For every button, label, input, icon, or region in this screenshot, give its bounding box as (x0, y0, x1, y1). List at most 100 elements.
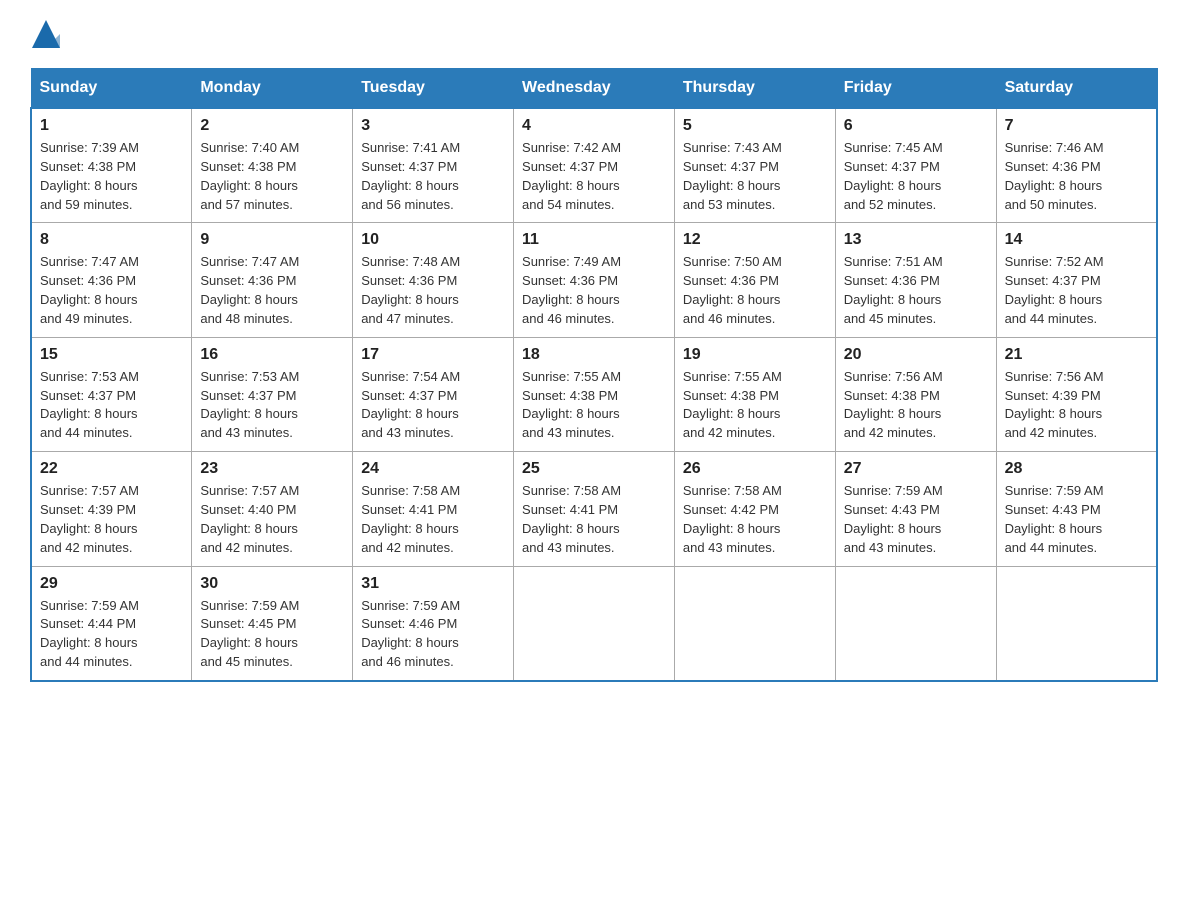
header-sunday: Sunday (31, 69, 192, 109)
calendar-cell: 6 Sunrise: 7:45 AMSunset: 4:37 PMDayligh… (835, 108, 996, 223)
calendar-cell: 11 Sunrise: 7:49 AMSunset: 4:36 PMDaylig… (514, 223, 675, 337)
calendar-cell: 27 Sunrise: 7:59 AMSunset: 4:43 PMDaylig… (835, 452, 996, 566)
calendar-cell: 22 Sunrise: 7:57 AMSunset: 4:39 PMDaylig… (31, 452, 192, 566)
day-info: Sunrise: 7:53 AMSunset: 4:37 PMDaylight:… (200, 369, 299, 441)
calendar-cell: 24 Sunrise: 7:58 AMSunset: 4:41 PMDaylig… (353, 452, 514, 566)
day-number: 20 (844, 346, 988, 364)
day-number: 3 (361, 117, 505, 135)
calendar-cell: 26 Sunrise: 7:58 AMSunset: 4:42 PMDaylig… (674, 452, 835, 566)
day-info: Sunrise: 7:59 AMSunset: 4:45 PMDaylight:… (200, 598, 299, 670)
day-info: Sunrise: 7:55 AMSunset: 4:38 PMDaylight:… (522, 369, 621, 441)
header-friday: Friday (835, 69, 996, 109)
day-number: 29 (40, 575, 183, 593)
day-info: Sunrise: 7:42 AMSunset: 4:37 PMDaylight:… (522, 140, 621, 212)
day-number: 31 (361, 575, 505, 593)
day-info: Sunrise: 7:47 AMSunset: 4:36 PMDaylight:… (40, 254, 139, 326)
header-saturday: Saturday (996, 69, 1157, 109)
calendar-cell: 20 Sunrise: 7:56 AMSunset: 4:38 PMDaylig… (835, 337, 996, 451)
calendar-cell: 4 Sunrise: 7:42 AMSunset: 4:37 PMDayligh… (514, 108, 675, 223)
day-info: Sunrise: 7:58 AMSunset: 4:42 PMDaylight:… (683, 483, 782, 555)
calendar-cell: 18 Sunrise: 7:55 AMSunset: 4:38 PMDaylig… (514, 337, 675, 451)
logo (30, 20, 60, 48)
calendar-cell: 21 Sunrise: 7:56 AMSunset: 4:39 PMDaylig… (996, 337, 1157, 451)
day-info: Sunrise: 7:57 AMSunset: 4:39 PMDaylight:… (40, 483, 139, 555)
calendar-cell (514, 566, 675, 681)
day-number: 27 (844, 460, 988, 478)
day-number: 21 (1005, 346, 1148, 364)
calendar-cell: 2 Sunrise: 7:40 AMSunset: 4:38 PMDayligh… (192, 108, 353, 223)
calendar-cell: 17 Sunrise: 7:54 AMSunset: 4:37 PMDaylig… (353, 337, 514, 451)
calendar-week-row: 15 Sunrise: 7:53 AMSunset: 4:37 PMDaylig… (31, 337, 1157, 451)
day-number: 16 (200, 346, 344, 364)
day-number: 17 (361, 346, 505, 364)
calendar-cell: 3 Sunrise: 7:41 AMSunset: 4:37 PMDayligh… (353, 108, 514, 223)
day-number: 6 (844, 117, 988, 135)
day-info: Sunrise: 7:59 AMSunset: 4:43 PMDaylight:… (1005, 483, 1104, 555)
day-info: Sunrise: 7:43 AMSunset: 4:37 PMDaylight:… (683, 140, 782, 212)
day-info: Sunrise: 7:52 AMSunset: 4:37 PMDaylight:… (1005, 254, 1104, 326)
day-number: 10 (361, 231, 505, 249)
day-info: Sunrise: 7:50 AMSunset: 4:36 PMDaylight:… (683, 254, 782, 326)
calendar-cell: 25 Sunrise: 7:58 AMSunset: 4:41 PMDaylig… (514, 452, 675, 566)
calendar-cell (996, 566, 1157, 681)
calendar-week-row: 1 Sunrise: 7:39 AMSunset: 4:38 PMDayligh… (31, 108, 1157, 223)
day-number: 28 (1005, 460, 1148, 478)
day-number: 9 (200, 231, 344, 249)
calendar-cell: 29 Sunrise: 7:59 AMSunset: 4:44 PMDaylig… (31, 566, 192, 681)
day-info: Sunrise: 7:53 AMSunset: 4:37 PMDaylight:… (40, 369, 139, 441)
day-info: Sunrise: 7:56 AMSunset: 4:39 PMDaylight:… (1005, 369, 1104, 441)
calendar-week-row: 29 Sunrise: 7:59 AMSunset: 4:44 PMDaylig… (31, 566, 1157, 681)
day-number: 30 (200, 575, 344, 593)
day-number: 25 (522, 460, 666, 478)
day-number: 15 (40, 346, 183, 364)
day-number: 26 (683, 460, 827, 478)
calendar-cell: 19 Sunrise: 7:55 AMSunset: 4:38 PMDaylig… (674, 337, 835, 451)
day-number: 1 (40, 117, 183, 135)
day-number: 13 (844, 231, 988, 249)
day-info: Sunrise: 7:54 AMSunset: 4:37 PMDaylight:… (361, 369, 460, 441)
day-number: 19 (683, 346, 827, 364)
day-number: 11 (522, 231, 666, 249)
calendar-cell: 7 Sunrise: 7:46 AMSunset: 4:36 PMDayligh… (996, 108, 1157, 223)
day-info: Sunrise: 7:59 AMSunset: 4:43 PMDaylight:… (844, 483, 943, 555)
calendar-cell: 23 Sunrise: 7:57 AMSunset: 4:40 PMDaylig… (192, 452, 353, 566)
calendar-cell: 16 Sunrise: 7:53 AMSunset: 4:37 PMDaylig… (192, 337, 353, 451)
day-info: Sunrise: 7:41 AMSunset: 4:37 PMDaylight:… (361, 140, 460, 212)
calendar-header-row: SundayMondayTuesdayWednesdayThursdayFrid… (31, 69, 1157, 109)
header-monday: Monday (192, 69, 353, 109)
logo-icon (32, 20, 60, 48)
header-thursday: Thursday (674, 69, 835, 109)
day-number: 8 (40, 231, 183, 249)
day-info: Sunrise: 7:57 AMSunset: 4:40 PMDaylight:… (200, 483, 299, 555)
calendar-cell: 10 Sunrise: 7:48 AMSunset: 4:36 PMDaylig… (353, 223, 514, 337)
calendar-cell: 13 Sunrise: 7:51 AMSunset: 4:36 PMDaylig… (835, 223, 996, 337)
day-info: Sunrise: 7:46 AMSunset: 4:36 PMDaylight:… (1005, 140, 1104, 212)
day-info: Sunrise: 7:48 AMSunset: 4:36 PMDaylight:… (361, 254, 460, 326)
day-number: 18 (522, 346, 666, 364)
day-number: 24 (361, 460, 505, 478)
day-info: Sunrise: 7:58 AMSunset: 4:41 PMDaylight:… (361, 483, 460, 555)
day-number: 5 (683, 117, 827, 135)
day-number: 7 (1005, 117, 1148, 135)
calendar-cell: 1 Sunrise: 7:39 AMSunset: 4:38 PMDayligh… (31, 108, 192, 223)
calendar-cell: 15 Sunrise: 7:53 AMSunset: 4:37 PMDaylig… (31, 337, 192, 451)
day-info: Sunrise: 7:59 AMSunset: 4:46 PMDaylight:… (361, 598, 460, 670)
calendar-cell: 31 Sunrise: 7:59 AMSunset: 4:46 PMDaylig… (353, 566, 514, 681)
day-info: Sunrise: 7:56 AMSunset: 4:38 PMDaylight:… (844, 369, 943, 441)
day-number: 2 (200, 117, 344, 135)
day-number: 23 (200, 460, 344, 478)
day-number: 12 (683, 231, 827, 249)
page-header (30, 20, 1158, 48)
header-wednesday: Wednesday (514, 69, 675, 109)
calendar-cell (674, 566, 835, 681)
calendar-week-row: 22 Sunrise: 7:57 AMSunset: 4:39 PMDaylig… (31, 452, 1157, 566)
calendar-cell (835, 566, 996, 681)
day-info: Sunrise: 7:45 AMSunset: 4:37 PMDaylight:… (844, 140, 943, 212)
calendar-cell: 9 Sunrise: 7:47 AMSunset: 4:36 PMDayligh… (192, 223, 353, 337)
day-info: Sunrise: 7:55 AMSunset: 4:38 PMDaylight:… (683, 369, 782, 441)
calendar-table: SundayMondayTuesdayWednesdayThursdayFrid… (30, 68, 1158, 682)
day-info: Sunrise: 7:39 AMSunset: 4:38 PMDaylight:… (40, 140, 139, 212)
day-number: 14 (1005, 231, 1148, 249)
day-info: Sunrise: 7:47 AMSunset: 4:36 PMDaylight:… (200, 254, 299, 326)
day-number: 22 (40, 460, 183, 478)
